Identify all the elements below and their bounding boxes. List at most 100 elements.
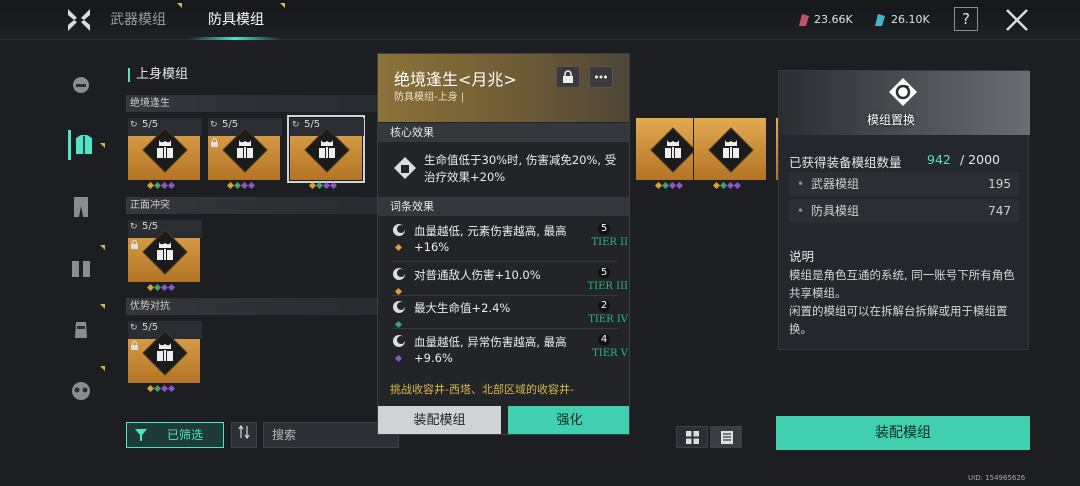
- gem-dot: [167, 181, 176, 190]
- affix-text: 最大生命值+2.4%: [414, 301, 511, 315]
- section-title: 上身模组: [128, 68, 188, 82]
- more-options-button[interactable]: [589, 66, 613, 88]
- card-lock-icon: [131, 341, 138, 350]
- nav-gloves-icon[interactable]: [68, 318, 94, 344]
- mod-emblem-icon: [723, 140, 739, 158]
- mod-emblem-icon: [157, 343, 173, 361]
- affix-row: 血量越低, 异常伤害越高, 最高+9.6% 4 TIER V: [392, 334, 628, 374]
- group-name: 绝境逢生: [130, 98, 170, 109]
- card-gem-dots: [654, 173, 690, 190]
- list-view-button[interactable]: [710, 426, 742, 448]
- affix-level: 2: [598, 300, 610, 312]
- affix-text: 对普通敌人伤害+10.0%: [414, 268, 541, 282]
- red-crystal-icon: [799, 14, 809, 26]
- grid-icon: [686, 431, 699, 444]
- affix-tier: TIER II: [591, 237, 628, 248]
- mod-swap-label: 模组置换: [867, 113, 916, 127]
- refresh-icon: ↻: [292, 120, 300, 130]
- tab-active-underline: [190, 37, 280, 40]
- filter-label: 已筛选: [167, 428, 204, 442]
- card-count: 5/5: [222, 119, 239, 130]
- mod-card[interactable]: ↻ 5/5: [127, 219, 202, 292]
- affix-type-icon: [393, 335, 405, 347]
- owned-count-current: 942: [927, 152, 951, 167]
- owned-count-total: / 2000: [960, 152, 1000, 167]
- lock-button[interactable]: [556, 66, 580, 88]
- row-value: 747: [988, 204, 1011, 218]
- card-lock-icon: [131, 240, 138, 249]
- popup-title: 绝境逢生<月兆>: [394, 70, 517, 89]
- card-gem-dots: [146, 173, 182, 190]
- mod-card[interactable]: ↻ 5/5: [127, 117, 202, 190]
- app-logo-icon: [68, 9, 90, 31]
- mod-card[interactable]: ↻ 5/5: [287, 115, 365, 190]
- mod-swap-banner[interactable]: 模组置换: [779, 71, 1030, 135]
- mod-emblem-icon: [665, 140, 681, 158]
- filter-button[interactable]: 已筛选: [126, 422, 224, 448]
- affix-tier: TIER IV: [588, 314, 628, 325]
- card-count: 5/5: [142, 221, 159, 232]
- card-lock-icon: [211, 138, 218, 147]
- affix-gem-dot: [394, 243, 403, 252]
- tab-armor-marker: [280, 3, 285, 8]
- description-title: 说明: [789, 249, 815, 264]
- list-icon: [721, 431, 733, 444]
- gem-dot: [247, 181, 256, 190]
- affix-gem-dot: [394, 320, 403, 329]
- affix-gem-dot: [394, 287, 403, 296]
- refresh-icon: ↻: [130, 120, 138, 130]
- mod-detail-popup: 绝境逢生<月兆> 防具模组-上身 | 核心效果 生命值低于30%时, 伤害减免2…: [377, 53, 630, 435]
- lock-icon: [563, 70, 573, 83]
- nav-boots-icon[interactable]: [68, 256, 94, 282]
- refresh-icon: ↻: [130, 222, 138, 232]
- equip-mod-button[interactable]: 装配模组: [776, 416, 1030, 450]
- help-button[interactable]: ?: [954, 7, 978, 31]
- right-panel: 模组置换 已获得装备模组数量 942 / 2000 • 武器模组 195 • 防…: [778, 70, 1030, 350]
- mod-card[interactable]: [693, 117, 767, 190]
- tab-weapon-mods[interactable]: 武器模组: [110, 0, 166, 40]
- uid-label: UID: 154965626: [968, 474, 1026, 482]
- sort-button[interactable]: [231, 422, 257, 448]
- gem-dot: [167, 384, 176, 393]
- gem-dot: [675, 181, 684, 190]
- mod-card[interactable]: ↻ 5/5: [207, 117, 282, 190]
- nav-helmet-icon[interactable]: [68, 72, 94, 98]
- nav-upper-body-icon[interactable]: [71, 132, 97, 158]
- affix-type-icon: [393, 224, 405, 236]
- card-gem-dots: [712, 173, 748, 190]
- tab-armor-mods[interactable]: 防具模组: [208, 0, 264, 40]
- affix-level: 5: [598, 223, 610, 235]
- popup-enhance-button[interactable]: 强化: [508, 406, 629, 434]
- armor-mod-count-row: • 防具模组 747: [789, 199, 1019, 223]
- source-text: 挑战收容井-西塔、北部区域的收容井-: [390, 383, 574, 396]
- affix-type-icon: [393, 268, 405, 280]
- tab-weapon-marker: [177, 3, 182, 8]
- mod-card[interactable]: ↻ 5/5: [127, 320, 202, 393]
- mod-emblem-icon: [319, 140, 335, 158]
- row-value: 195: [988, 177, 1011, 191]
- group-name: 正面冲突: [130, 200, 170, 211]
- gem-dot: [329, 181, 338, 190]
- card-gem-dots: [146, 275, 182, 292]
- affix-text: 血量越低, 异常伤害越高, 最高+9.6%: [414, 335, 567, 365]
- popup-equip-button[interactable]: 装配模组: [378, 406, 501, 434]
- nav-mask-icon[interactable]: [68, 378, 94, 404]
- affix-text: 血量越低, 元素伤害越高, 最高+16%: [414, 224, 567, 254]
- affix-header: 词条效果: [378, 197, 629, 216]
- mod-emblem-icon: [157, 140, 173, 158]
- affix-separator: [392, 328, 617, 329]
- filter-icon: [135, 429, 147, 441]
- currency-blue-value: 26.10K: [891, 13, 930, 26]
- owned-count-label: 已获得装备模组数量: [789, 155, 902, 170]
- popup-subtitle: 防具模组-上身 |: [394, 92, 465, 103]
- nav-boots-marker: [100, 304, 105, 309]
- more-icon: [595, 75, 607, 79]
- currency-red-value: 23.66K: [814, 13, 853, 26]
- bullet-icon: •: [797, 177, 805, 191]
- top-bar: 武器模组 防具模组 23.66K 26.10K ?: [0, 0, 1080, 40]
- affix-tier: TIER V: [592, 348, 628, 359]
- core-effect-header: 核心效果: [378, 123, 629, 142]
- grid-view-button[interactable]: [676, 426, 708, 448]
- close-icon[interactable]: [1004, 7, 1030, 33]
- nav-legs-icon[interactable]: [68, 194, 94, 220]
